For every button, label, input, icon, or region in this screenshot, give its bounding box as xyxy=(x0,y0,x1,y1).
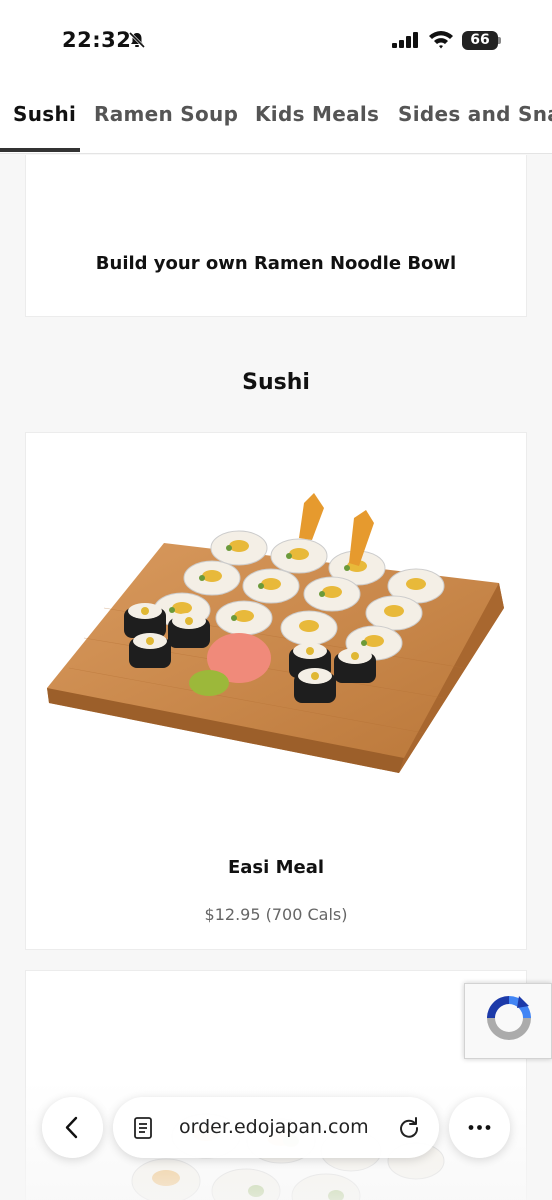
more-icon xyxy=(468,1125,491,1130)
active-tab-indicator xyxy=(0,148,80,152)
tab-sushi[interactable]: Sushi xyxy=(13,102,76,126)
menu-item-card[interactable]: Easi Meal $12.95 (700 Cals) xyxy=(25,432,527,950)
reader-icon xyxy=(134,1117,152,1139)
battery-icon: 66 xyxy=(462,31,498,50)
battery-tip xyxy=(498,37,501,44)
recaptcha-icon xyxy=(487,996,531,1040)
tab-sides-and-snacks[interactable]: Sides and Snac xyxy=(398,102,552,126)
menu-item-card[interactable]: Build your own Ramen Noodle Bowl xyxy=(25,155,527,317)
status-bar: 22:32 66 xyxy=(0,0,552,80)
tab-ramen-soup[interactable]: Ramen Soup xyxy=(94,102,238,126)
more-button[interactable] xyxy=(449,1097,510,1158)
bell-muted-icon xyxy=(128,31,146,49)
reload-icon[interactable] xyxy=(397,1115,421,1139)
menu-item-name: Build your own Ramen Noodle Bowl xyxy=(95,253,457,274)
section-heading: Sushi xyxy=(242,370,310,395)
battery-level: 66 xyxy=(470,32,490,48)
status-time: 22:32 xyxy=(62,28,132,52)
url-bar[interactable]: order.edojapan.com xyxy=(113,1097,439,1158)
menu-item-name: Easi Meal xyxy=(227,857,325,878)
menu-item-price: $12.95 (700 Cals) xyxy=(204,905,348,924)
wifi-icon xyxy=(429,31,453,49)
url-text: order.edojapan.com xyxy=(179,1116,369,1138)
sushi-platter-image xyxy=(47,493,504,773)
back-button[interactable] xyxy=(42,1097,103,1158)
tab-kids-meals[interactable]: Kids Meals xyxy=(255,102,379,126)
signal-icon xyxy=(392,32,418,48)
category-tabs: Sushi Ramen Soup Kids Meals Sides and Sn… xyxy=(0,80,552,154)
recaptcha-badge[interactable] xyxy=(464,983,552,1059)
back-icon xyxy=(65,1116,78,1139)
